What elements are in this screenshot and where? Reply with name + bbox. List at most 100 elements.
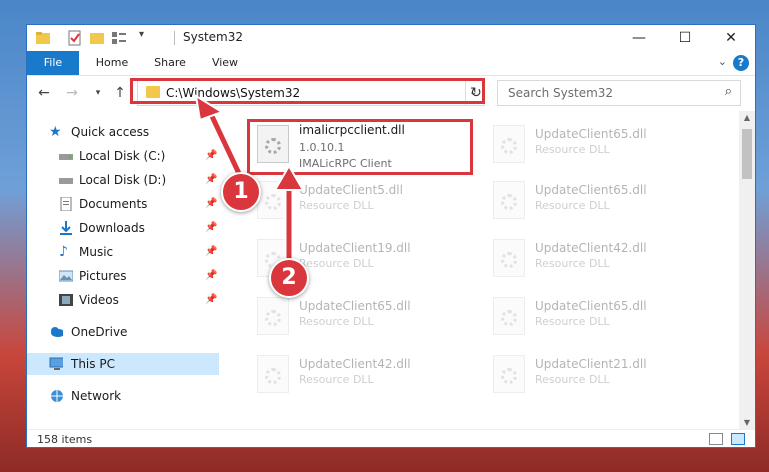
file-item[interactable]: UpdateClient65.dll Resource DLL [487, 293, 717, 347]
view-options-icon[interactable] [111, 30, 127, 46]
tab-view[interactable]: View [203, 51, 247, 75]
file-description: Resource DLL [299, 373, 374, 386]
explorer-window: ▾ System32 — ☐ ✕ File Home Share View ⌄ … [26, 24, 756, 448]
nav-item-downloads[interactable]: Downloads 📌 [27, 217, 219, 239]
nav-item-local-disk-d[interactable]: Local Disk (D:) 📌 [27, 169, 219, 191]
file-name: UpdateClient5.dll [299, 183, 403, 197]
nav-network-label: Network [71, 389, 122, 403]
file-item[interactable]: UpdateClient42.dll Resource DLL [487, 235, 717, 289]
search-icon[interactable]: ⌕ [725, 84, 732, 99]
window-title: System32 [183, 30, 244, 44]
nav-item-label: Videos [79, 293, 119, 307]
file-description: Resource DLL [535, 373, 610, 386]
recent-locations-icon[interactable]: ▾ [89, 81, 107, 105]
pin-icon: 📌 [205, 150, 218, 161]
file-name: UpdateClient42.dll [299, 357, 411, 371]
new-folder-icon[interactable] [89, 30, 105, 46]
file-item[interactable]: UpdateClient65.dll Resource DLL [487, 121, 717, 175]
tab-file[interactable]: File [27, 51, 79, 75]
ribbon-expand-icon[interactable]: ⌄ [718, 55, 727, 68]
file-item[interactable]: UpdateClient21.dll Resource DLL [487, 351, 717, 405]
annotation-badge-2: 2 [269, 258, 309, 298]
dll-file-icon [493, 181, 525, 219]
file-name: UpdateClient21.dll [535, 357, 647, 371]
minimize-button[interactable]: — [617, 25, 661, 51]
file-name: UpdateClient65.dll [535, 183, 647, 197]
scroll-down-icon[interactable]: ▼ [739, 418, 755, 427]
nav-item-music[interactable]: ♪ Music 📌 [27, 241, 219, 263]
nav-quick-access-label: Quick access [71, 125, 150, 139]
tab-share[interactable]: Share [145, 51, 195, 75]
scrollbar-thumb[interactable] [742, 129, 752, 179]
nav-item-documents[interactable]: Documents 📌 [27, 193, 219, 215]
nav-item-label: Pictures [79, 269, 127, 283]
annotation-badge-1: 1 [221, 172, 261, 212]
address-highlight-box [130, 78, 485, 104]
nav-item-pictures[interactable]: Pictures 📌 [27, 265, 219, 287]
properties-icon[interactable] [67, 30, 83, 46]
downloads-icon [60, 221, 72, 235]
details-view-icon[interactable] [709, 433, 723, 445]
file-description: Resource DLL [535, 315, 610, 328]
documents-icon [60, 197, 72, 211]
file-item[interactable]: UpdateClient65.dll Resource DLL [251, 293, 481, 347]
search-placeholder: Search System32 [508, 86, 614, 100]
nav-item-videos[interactable]: Videos 📌 [27, 289, 219, 311]
back-button[interactable]: ← [35, 81, 53, 105]
maximize-button[interactable]: ☐ [663, 25, 707, 51]
network-icon [51, 390, 63, 402]
nav-network[interactable]: Network [27, 385, 219, 407]
pin-icon: 📌 [205, 174, 218, 185]
pin-icon: 📌 [205, 222, 218, 233]
help-icon[interactable]: ? [733, 55, 749, 71]
file-description: Resource DLL [535, 199, 610, 212]
nav-item-label: Documents [79, 197, 148, 211]
file-name: UpdateClient19.dll [299, 241, 411, 255]
vertical-scrollbar[interactable]: ▲ ▼ [739, 111, 755, 429]
star-icon: ★ [49, 124, 62, 140]
item-count: 158 items [37, 433, 93, 446]
file-description: Resource DLL [535, 143, 610, 156]
dll-file-icon [493, 239, 525, 277]
computer-icon [49, 357, 63, 370]
tab-home[interactable]: Home [87, 51, 137, 75]
title-bar: ▾ System32 — ☐ ✕ [27, 25, 755, 51]
nav-this-pc-label: This PC [71, 357, 115, 371]
navigation-pane: ★ Quick access Local Disk (C:) 📌 Local D… [27, 115, 219, 415]
pin-icon: 📌 [205, 270, 218, 281]
dll-file-icon [493, 355, 525, 393]
nav-item-label: Downloads [79, 221, 145, 235]
music-icon: ♪ [59, 244, 68, 260]
file-description: Resource DLL [299, 257, 374, 270]
forward-button[interactable]: → [63, 81, 81, 105]
file-description: Resource DLL [299, 315, 374, 328]
search-box[interactable]: Search System32 ⌕ [497, 80, 741, 106]
dll-file-icon [493, 297, 525, 335]
nav-item-local-disk-c[interactable]: Local Disk (C:) 📌 [27, 145, 219, 167]
file-item[interactable]: UpdateClient5.dll Resource DLL [251, 177, 481, 231]
dll-file-icon [493, 125, 525, 163]
file-name: UpdateClient65.dll [299, 299, 411, 313]
tiles-view-icon[interactable] [731, 433, 745, 445]
nav-item-label: Music [79, 245, 114, 259]
chevron-down-icon[interactable]: ▾ [139, 29, 144, 45]
file-name: UpdateClient65.dll [535, 127, 647, 141]
pin-icon: 📌 [205, 294, 218, 305]
nav-quick-access[interactable]: ★ Quick access [27, 121, 219, 143]
nav-this-pc[interactable]: This PC [27, 353, 219, 375]
close-button[interactable]: ✕ [709, 25, 753, 51]
file-item[interactable]: UpdateClient65.dll Resource DLL [487, 177, 717, 231]
file-item[interactable]: UpdateClient42.dll Resource DLL [251, 351, 481, 405]
pictures-icon [59, 270, 73, 282]
nav-onedrive[interactable]: OneDrive [27, 321, 219, 343]
title-separator [174, 31, 175, 45]
up-button[interactable]: ↑ [111, 81, 129, 105]
status-bar: 158 items [27, 429, 755, 447]
scroll-up-icon[interactable]: ▲ [739, 113, 755, 122]
onedrive-cloud-icon [51, 327, 63, 337]
ribbon-tabs: File Home Share View ⌄ ? [27, 51, 755, 76]
drive-icon [59, 178, 73, 184]
dll-file-icon [257, 181, 289, 219]
file-name: UpdateClient42.dll [535, 241, 647, 255]
dll-file-icon [257, 355, 289, 393]
